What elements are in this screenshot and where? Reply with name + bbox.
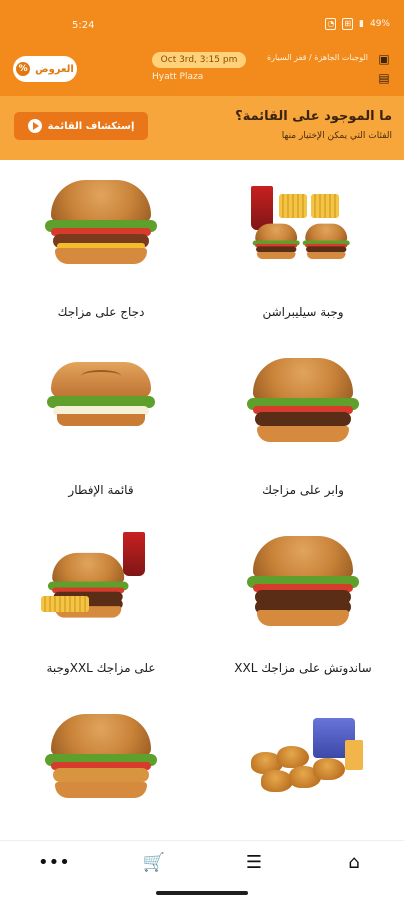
xxl-burger-image bbox=[243, 532, 363, 626]
category-tile[interactable]: ساندوتش على مزاجك XXL bbox=[202, 516, 404, 694]
status-time: 5:24 bbox=[72, 20, 95, 31]
data-icon: ⊞ bbox=[342, 18, 354, 30]
basket-icon[interactable]: ▣ bbox=[376, 52, 392, 66]
category-label: على مزاجك XXLوجبة bbox=[46, 661, 156, 675]
order-date-badge[interactable]: Oct 3rd, 3:15 pm bbox=[152, 52, 246, 68]
banner-subtitle: الفئات التي يمكن الإختيار منها bbox=[281, 131, 392, 141]
home-icon[interactable]: ⌂ bbox=[340, 851, 368, 875]
chicken-burger-image bbox=[41, 176, 161, 268]
category-label: قائمة الإفطار bbox=[68, 483, 134, 497]
menu-banner: إستكشاف القائمة ما الموجود على القائمة؟ … bbox=[0, 96, 404, 160]
offers-label: العروض bbox=[35, 63, 74, 75]
category-tile[interactable]: قائمة الإفطار bbox=[0, 338, 202, 516]
battery-icon: ▮ bbox=[359, 19, 364, 29]
category-tile[interactable]: دجاج على مزاجك bbox=[0, 160, 202, 338]
nuggets-kids-meal-image bbox=[243, 710, 363, 802]
whopper-image bbox=[243, 354, 363, 446]
headset-icon: ◔ bbox=[325, 18, 337, 30]
status-bar: 5:24 ◔ ⊞ ▮ 49% bbox=[0, 0, 404, 44]
menu-list-icon[interactable]: ☰ bbox=[240, 851, 268, 875]
xxl-meal-image bbox=[41, 532, 161, 624]
battery-percent: 49% bbox=[369, 19, 390, 29]
store-header: % العروض Oct 3rd, 3:15 pm الوجبات الجاهز… bbox=[0, 44, 404, 96]
bottom-navigation: ⌂ ☰ 🛒 ••• bbox=[0, 840, 404, 886]
percent-icon: % bbox=[16, 62, 31, 76]
cart-icon[interactable]: 🛒 bbox=[140, 851, 168, 875]
explore-menu-button[interactable]: إستكشاف القائمة bbox=[14, 112, 148, 140]
offers-button[interactable]: % العروض bbox=[13, 56, 77, 82]
play-icon bbox=[27, 119, 42, 133]
store-icon: ▤ bbox=[378, 71, 390, 85]
status-icons: ◔ ⊞ ▮ 49% bbox=[325, 18, 390, 30]
category-label: وابر على مزاجك bbox=[262, 483, 344, 497]
more-icon[interactable]: ••• bbox=[38, 851, 70, 875]
banner-title: ما الموجود على القائمة؟ bbox=[235, 109, 392, 124]
category-label: دجاج على مزاجك bbox=[57, 305, 145, 319]
category-label: ساندوتش على مزاجك XXL bbox=[234, 661, 372, 675]
croissant-breakfast-image bbox=[41, 354, 161, 446]
crispy-chicken-burger-image bbox=[41, 710, 161, 802]
category-tile[interactable]: وجبة سيليبراشن bbox=[202, 160, 404, 338]
store-name[interactable]: Hyatt Plaza bbox=[152, 72, 203, 82]
category-tile[interactable]: وابر على مزاجك bbox=[202, 338, 404, 516]
order-type[interactable]: الوجبات الجاهزة / قفز السيارة bbox=[252, 53, 368, 62]
system-home-indicator[interactable] bbox=[156, 891, 248, 895]
category-label: وجبة سيليبراشن bbox=[262, 305, 344, 319]
celebration-meal-image bbox=[243, 176, 363, 268]
category-tile[interactable]: على مزاجك XXLوجبة bbox=[0, 516, 202, 694]
explore-menu-label: إستكشاف القائمة bbox=[47, 120, 135, 132]
